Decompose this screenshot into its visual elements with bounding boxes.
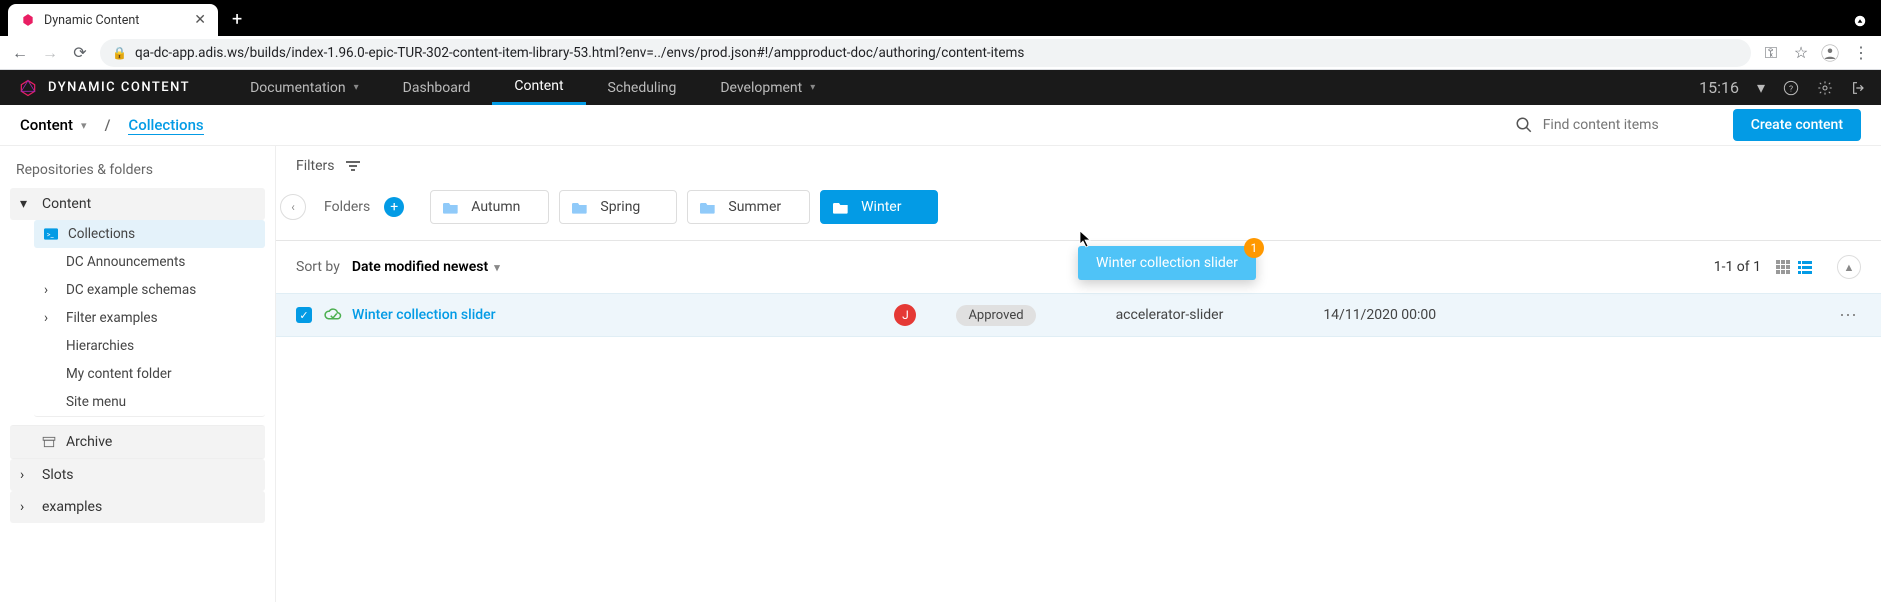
kebab-icon[interactable]: ⋮ [1851, 43, 1871, 62]
drag-tooltip: Winter collection slider 1 [1078, 246, 1256, 280]
address-url: qa-dc-app.adis.ws/builds/index-1.96.0-ep… [135, 45, 1739, 61]
filters-label[interactable]: Filters [296, 158, 361, 174]
chevron-icon: › [20, 467, 32, 483]
folder-chip-winter[interactable]: Winter [820, 190, 938, 224]
new-tab-button[interactable]: + [232, 9, 242, 30]
sidebar-item-dc-announcements[interactable]: DC Announcements [34, 248, 265, 276]
main-panel: Filters ‹ Folders + Autumn Spring Summer Wi… [276, 146, 1881, 602]
add-folder-button[interactable]: + [384, 197, 404, 217]
sidebar-heading: Repositories & folders [16, 162, 259, 178]
forward-icon[interactable]: → [40, 43, 60, 63]
search-icon [1515, 116, 1533, 134]
sort-label: Sort by [296, 259, 340, 275]
breadcrumb: Content ▾ / Collections [20, 116, 204, 135]
collections-icon: >_ [44, 228, 58, 240]
address-field[interactable]: 🔒 qa-dc-app.adis.ws/builds/index-1.96.0-… [100, 39, 1751, 67]
svg-text:>_: >_ [47, 231, 55, 239]
gear-icon[interactable] [1817, 80, 1833, 96]
tab-title: Dynamic Content [44, 13, 186, 28]
folder-chip-autumn[interactable]: Autumn [430, 190, 549, 224]
nav-item-scheduling[interactable]: Scheduling [586, 70, 699, 105]
chevron-down-icon: ▾ [354, 82, 359, 93]
nav-item-development[interactable]: Development▾ [698, 70, 837, 105]
folder-icon [833, 200, 851, 214]
folder-icon [443, 200, 461, 214]
browser-tab[interactable]: Dynamic Content ✕ [8, 4, 218, 36]
sidebar-group-slots[interactable]: ›Slots [10, 459, 265, 491]
logo-icon [18, 78, 38, 98]
folders-row: ‹ Folders + AutumnSpringSummerWinter Win… [276, 186, 1881, 241]
breadcrumb-separator: / [105, 116, 111, 134]
browser-tab-strip: Dynamic Content ✕ + [0, 0, 1881, 36]
chevron-icon: › [44, 282, 56, 298]
sidebar: Repositories & folders ▾Content>_Collect… [0, 146, 276, 602]
app-logo[interactable]: DYNAMIC CONTENT [0, 78, 208, 98]
key-icon[interactable]: ⚿ [1761, 43, 1781, 63]
scroll-top-button[interactable]: ▲ [1837, 255, 1861, 279]
browser-menu-icon[interactable] [1853, 14, 1867, 28]
sidebar-item-collections[interactable]: >_Collections [34, 220, 265, 248]
breadcrumb-current[interactable]: Collections [128, 116, 203, 135]
svg-text:?: ? [1789, 84, 1793, 94]
chevron-icon: › [44, 310, 56, 326]
browser-address-bar: ← → ⟳ 🔒 qa-dc-app.adis.ws/builds/index-1… [0, 36, 1881, 70]
nav-items: Documentation▾DashboardContentScheduling… [228, 70, 837, 105]
row-type: accelerator-slider [1116, 307, 1224, 323]
row-date: 14/11/2020 00:00 [1323, 307, 1436, 323]
cloud-sync-icon [324, 308, 342, 322]
sidebar-group-content[interactable]: ▾Content [10, 188, 265, 220]
content-row[interactable]: ✓ Winter collection slider J Approved ac… [276, 293, 1881, 337]
sidebar-item-my-content-folder[interactable]: My content folder [34, 360, 265, 388]
folder-icon [700, 200, 718, 214]
back-icon[interactable]: ← [10, 43, 30, 63]
clock: 15:16 [1699, 78, 1739, 97]
reload-icon[interactable]: ⟳ [70, 43, 90, 62]
nav-item-content[interactable]: Content [492, 70, 585, 105]
help-icon[interactable]: ? [1783, 80, 1799, 96]
pagination-range: 1-1 of 1 [1714, 259, 1761, 275]
sidebar-item-hierarchies[interactable]: Hierarchies [34, 332, 265, 360]
sidebar-item-site-menu[interactable]: Site menu [34, 388, 265, 417]
sidebar-group-examples[interactable]: ›examples [10, 491, 265, 523]
row-checkbox[interactable]: ✓ [296, 307, 312, 323]
status-badge: Approved [956, 305, 1035, 326]
drag-count-badge: 1 [1244, 238, 1264, 258]
profile-icon[interactable] [1821, 44, 1841, 62]
search-input[interactable] [1543, 117, 1715, 133]
chevron-down-icon[interactable]: ▾ [81, 119, 87, 132]
breadcrumb-root[interactable]: Content [20, 116, 73, 134]
nav-item-dashboard[interactable]: Dashboard [381, 70, 493, 105]
logo-text: DYNAMIC CONTENT [48, 80, 190, 95]
lock-icon: 🔒 [112, 46, 127, 60]
row-menu-icon[interactable]: ⋯ [1835, 305, 1861, 326]
nav-item-documentation[interactable]: Documentation▾ [228, 70, 381, 105]
search-box[interactable] [1515, 116, 1715, 134]
tab-favicon-icon [20, 12, 36, 28]
sidebar-item-filter-examples[interactable]: ›Filter examples [34, 304, 265, 332]
logout-icon[interactable] [1851, 80, 1867, 96]
breadcrumb-bar: Content ▾ / Collections Create content [0, 105, 1881, 146]
chevron-down-icon: ▾ [494, 261, 500, 274]
sort-dropdown[interactable]: Date modified newest ▾ [352, 259, 500, 275]
avatar: J [894, 304, 916, 326]
collapse-sidebar-button[interactable]: ‹ [280, 194, 306, 220]
folder-chip-spring[interactable]: Spring [559, 190, 677, 224]
chevron-down-icon[interactable]: ▾ [1757, 78, 1765, 97]
folder-chip-summer[interactable]: Summer [687, 190, 810, 224]
chevron-down-icon: ▾ [810, 82, 815, 93]
list-view-icon[interactable] [1797, 259, 1813, 275]
create-content-button[interactable]: Create content [1733, 109, 1861, 141]
close-icon[interactable]: ✕ [194, 12, 206, 28]
folders-label: Folders [324, 199, 370, 215]
app-topnav: DYNAMIC CONTENT Documentation▾DashboardC… [0, 70, 1881, 105]
grid-view-icon[interactable] [1775, 259, 1791, 275]
sidebar-item-dc-example-schemas[interactable]: ›DC example schemas [34, 276, 265, 304]
star-icon[interactable]: ☆ [1791, 43, 1811, 62]
filter-icon [345, 160, 361, 172]
row-title[interactable]: Winter collection slider [352, 307, 496, 323]
chevron-icon: ▾ [20, 196, 32, 212]
chevron-icon: › [20, 499, 32, 515]
sidebar-group-archive[interactable]: Archive [10, 425, 265, 459]
folder-icon [572, 200, 590, 214]
